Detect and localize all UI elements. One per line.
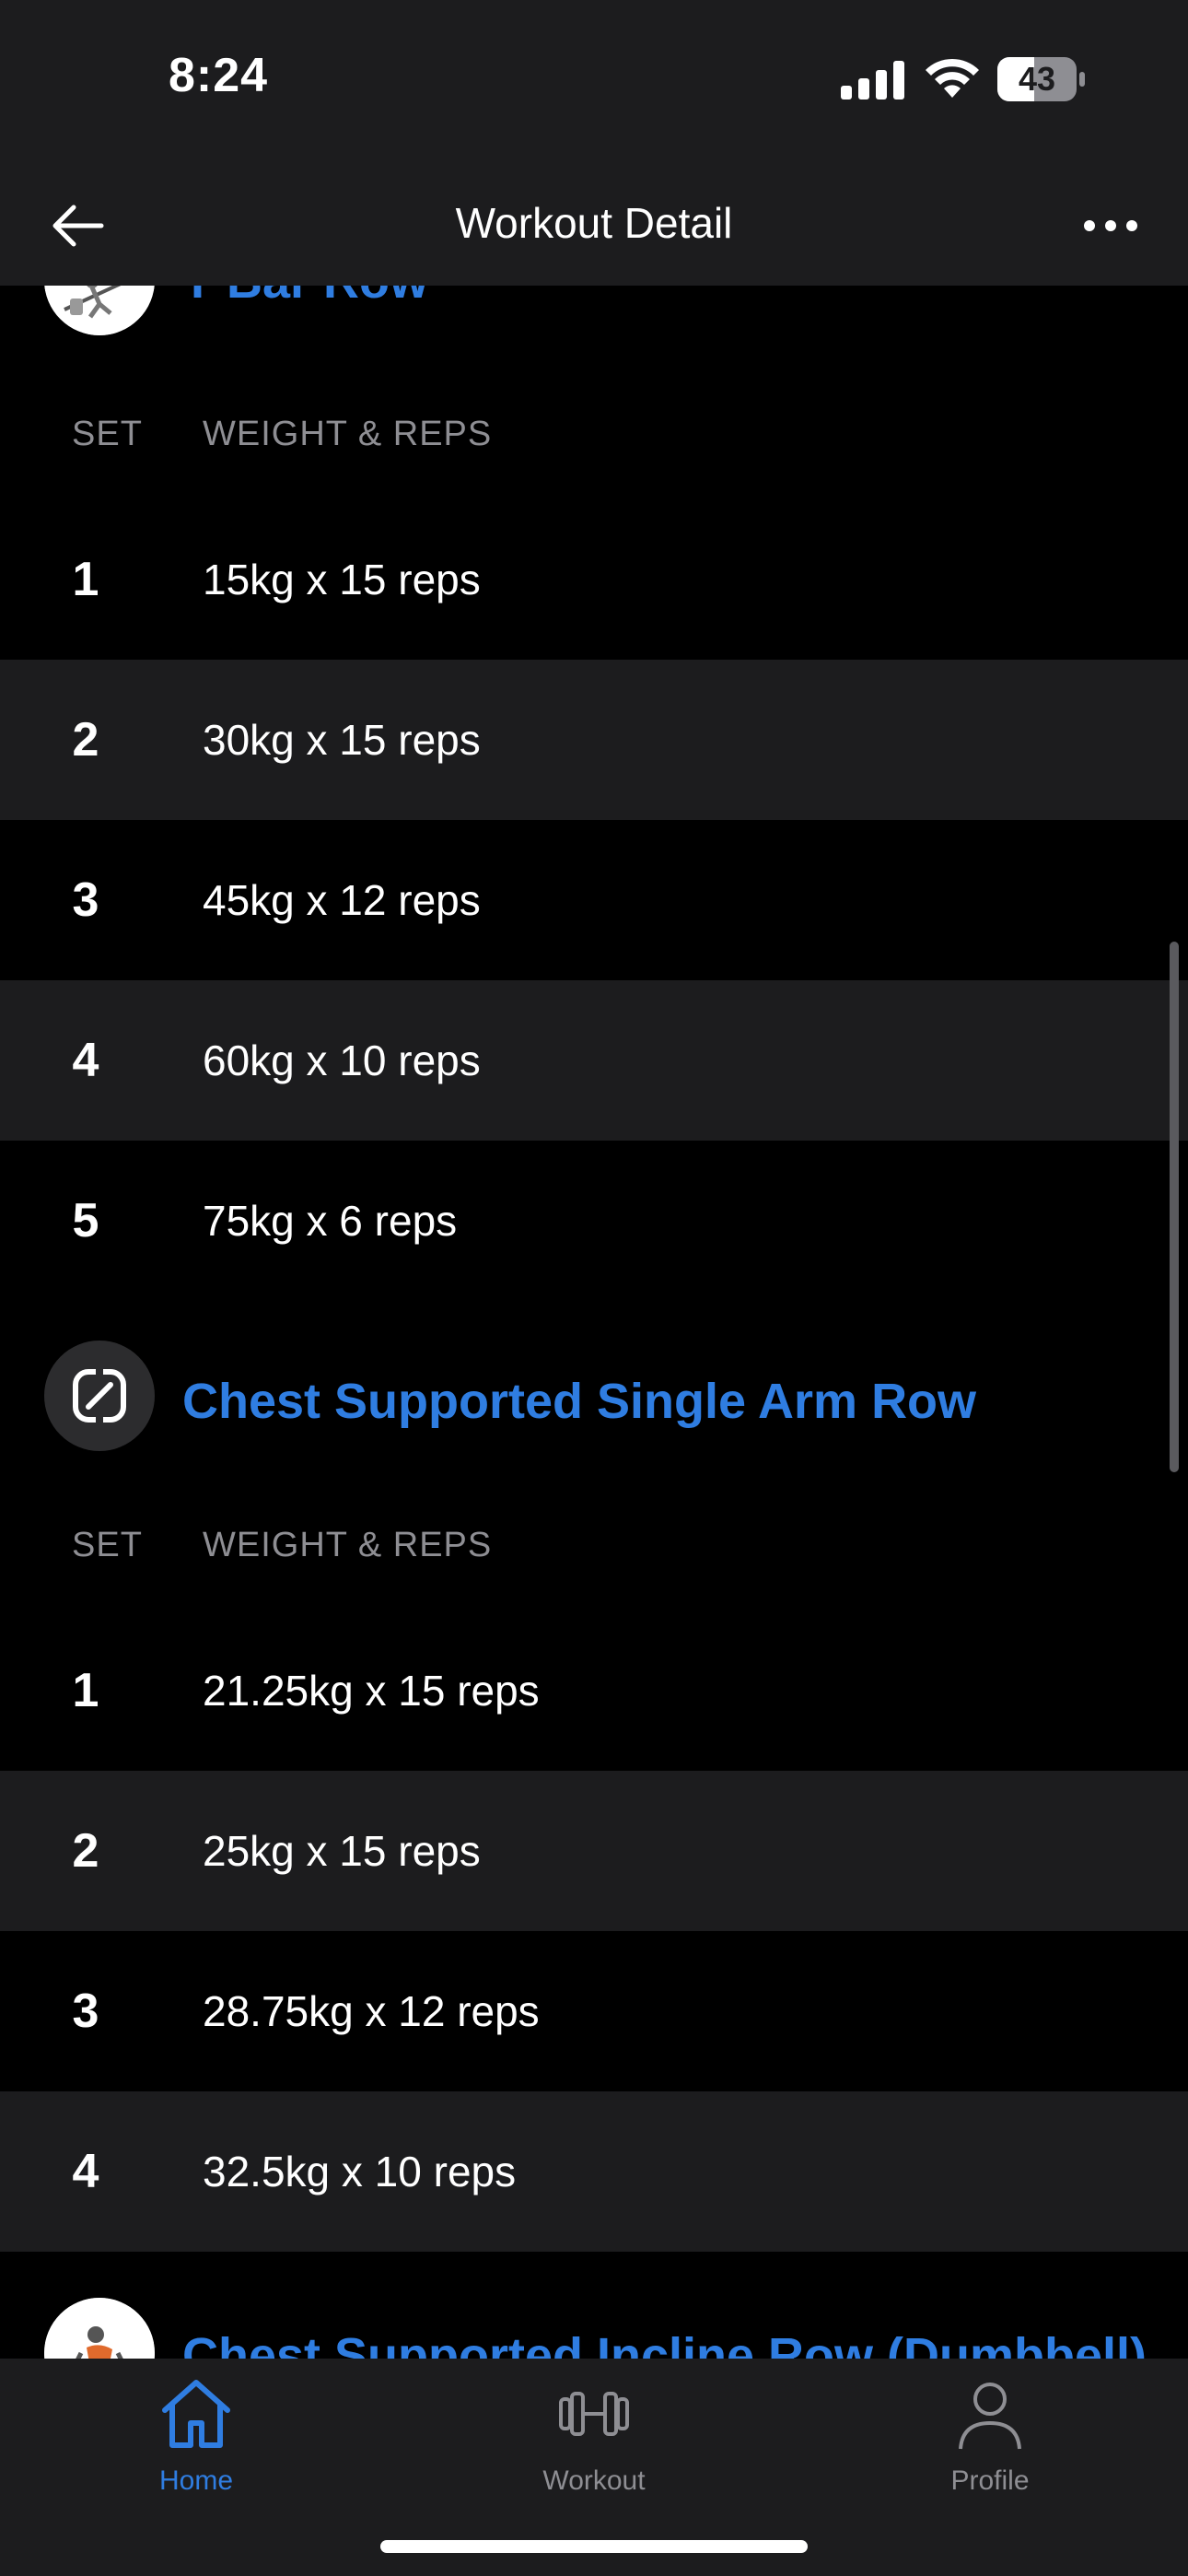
exercise-header[interactable]: Chest Supported Incline Row (Dumbbell) bbox=[0, 2298, 1188, 2359]
set-number: 3 bbox=[72, 873, 99, 927]
person-icon bbox=[959, 2383, 1021, 2450]
battery-level: 43 bbox=[1018, 60, 1056, 98]
tab-label: Workout bbox=[542, 2465, 646, 2496]
navigation-bar: Workout Detail bbox=[0, 161, 1188, 286]
wifi-icon bbox=[926, 58, 979, 98]
set-number: 2 bbox=[72, 713, 99, 767]
set-weight-reps: 15kg x 15 reps bbox=[203, 556, 481, 603]
tab-profile[interactable]: Profile bbox=[879, 2375, 1101, 2523]
set-number: 1 bbox=[72, 553, 99, 606]
exercise-name-link[interactable]: Chest Supported Single Arm Row bbox=[182, 1373, 976, 1430]
set-number: 4 bbox=[72, 1034, 99, 1087]
set-weight-reps: 75kg x 6 reps bbox=[203, 1197, 458, 1245]
scroll-indicator[interactable] bbox=[1170, 942, 1179, 1472]
cellular-signal-icon bbox=[841, 61, 904, 100]
set-number: 5 bbox=[72, 1194, 99, 1247]
more-options-button[interactable] bbox=[1074, 189, 1147, 263]
set-number: 1 bbox=[72, 1664, 99, 1717]
set-weight-reps: 25kg x 15 reps bbox=[203, 1827, 481, 1875]
dumbbell-icon bbox=[559, 2392, 629, 2436]
exercise-name-link[interactable]: T Bar Row bbox=[182, 286, 428, 310]
home-indicator[interactable] bbox=[380, 2540, 808, 2553]
exercise-name-link[interactable]: Chest Supported Incline Row (Dumbbell) bbox=[182, 2327, 1147, 2359]
weight-reps-column-header: WEIGHT & REPS bbox=[203, 415, 493, 453]
set-weight-reps: 45kg x 12 reps bbox=[203, 876, 481, 924]
exercise-header[interactable]: Chest Supported Single Arm Row bbox=[0, 1341, 1188, 1465]
page-title: Workout Detail bbox=[455, 199, 733, 247]
exercise-thumbnail bbox=[44, 286, 155, 335]
ellipsis-icon bbox=[1084, 220, 1137, 231]
workout-detail-list[interactable]: T Bar Row SET WEIGHT & REPS 1 15kg x 15 … bbox=[0, 286, 1188, 2359]
set-row: 2 25kg x 15 reps bbox=[0, 1771, 1188, 1931]
tab-label: Profile bbox=[950, 2465, 1030, 2496]
set-number: 4 bbox=[72, 2145, 99, 2198]
exercise-thumbnail bbox=[44, 1341, 155, 1451]
tab-label: Home bbox=[158, 2465, 234, 2496]
set-weight-reps: 28.75kg x 12 reps bbox=[203, 1987, 540, 2035]
set-column-header: SET bbox=[72, 415, 143, 453]
set-row: 1 15kg x 15 reps bbox=[0, 499, 1188, 660]
set-number: 3 bbox=[72, 1985, 99, 2038]
set-weight-reps: 21.25kg x 15 reps bbox=[203, 1667, 540, 1715]
set-number: 2 bbox=[72, 1824, 99, 1878]
exercise-header[interactable]: T Bar Row bbox=[0, 286, 1188, 341]
tab-home[interactable]: Home bbox=[86, 2375, 307, 2523]
tab-workout[interactable]: Workout bbox=[483, 2375, 705, 2523]
incline-row-illustration-icon bbox=[44, 2298, 155, 2359]
set-weight-reps: 60kg x 10 reps bbox=[203, 1036, 481, 1084]
home-icon bbox=[162, 2380, 230, 2448]
set-weight-reps: 30kg x 15 reps bbox=[203, 716, 481, 764]
set-row: 3 28.75kg x 12 reps bbox=[0, 1931, 1188, 2091]
set-row: 5 75kg x 6 reps bbox=[0, 1141, 1188, 1301]
t-bar-row-illustration-icon bbox=[44, 286, 155, 335]
set-row: 2 30kg x 15 reps bbox=[0, 660, 1188, 820]
set-row: 4 32.5kg x 10 reps bbox=[0, 2091, 1188, 2252]
exercise-placeholder-icon bbox=[73, 1368, 126, 1423]
status-time: 8:24 bbox=[169, 49, 269, 102]
set-weight-reps: 32.5kg x 10 reps bbox=[203, 2148, 517, 2195]
set-row: 3 45kg x 12 reps bbox=[0, 820, 1188, 980]
set-column-header: SET bbox=[72, 1526, 143, 1564]
status-bar: 8:24 43 bbox=[0, 0, 1188, 161]
set-row: 1 21.25kg x 15 reps bbox=[0, 1610, 1188, 1771]
set-row: 4 60kg x 10 reps bbox=[0, 980, 1188, 1141]
weight-reps-column-header: WEIGHT & REPS bbox=[203, 1526, 493, 1564]
exercise-thumbnail bbox=[44, 2298, 155, 2359]
